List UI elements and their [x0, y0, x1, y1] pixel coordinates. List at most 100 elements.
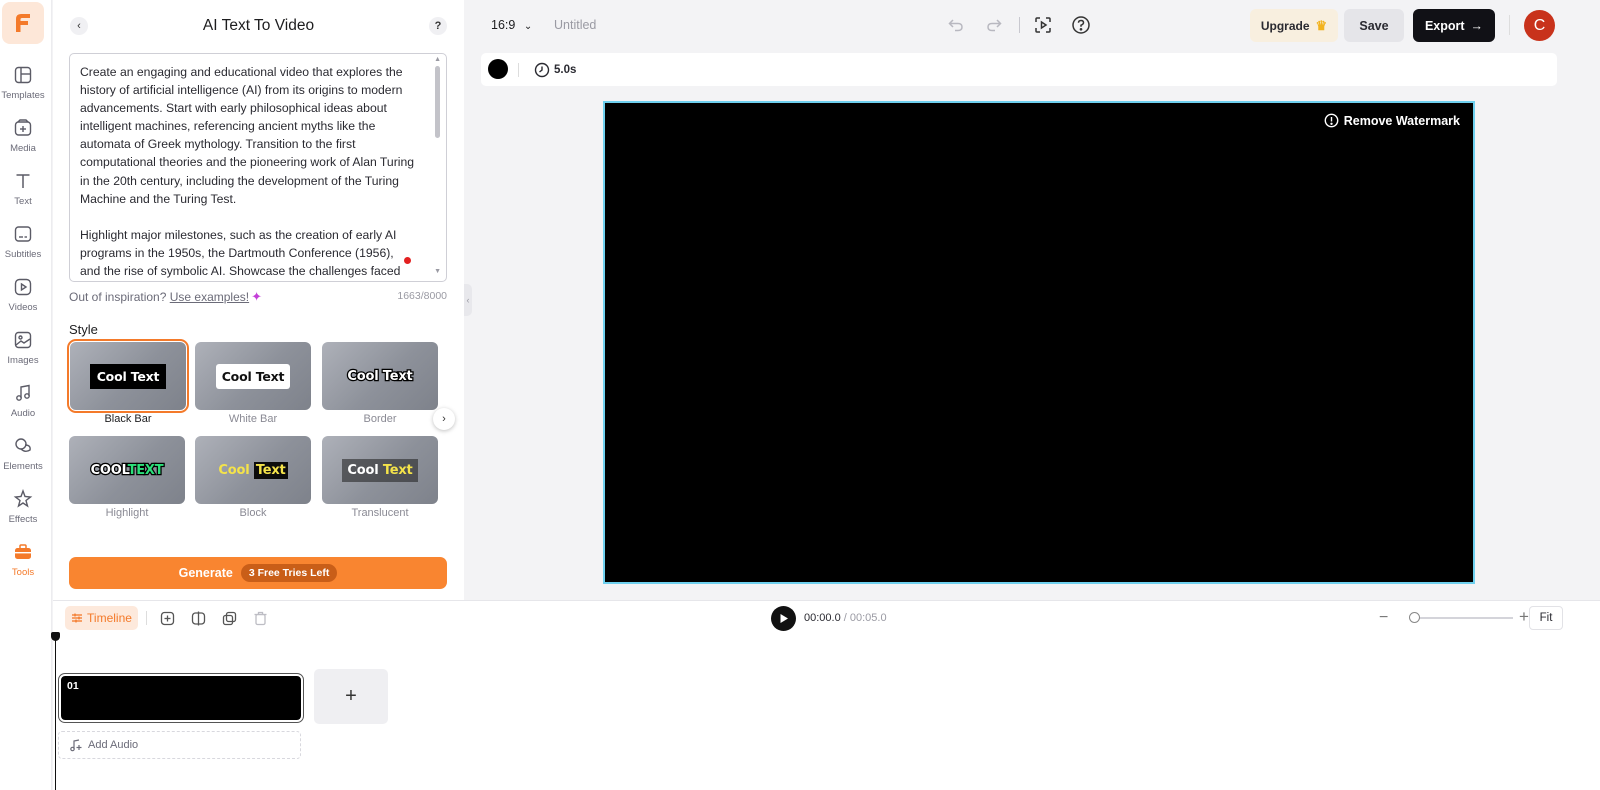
duration-control[interactable]: 5.0s	[534, 62, 576, 78]
style-preview-text: Cool Text	[215, 363, 291, 389]
rail-item-videos[interactable]: Videos	[0, 276, 46, 326]
question-icon: ?	[434, 20, 442, 32]
rail-item-label: Videos	[8, 302, 38, 313]
upgrade-label: Upgrade	[1260, 18, 1310, 33]
zoom-out-button[interactable]: −	[1379, 609, 1388, 627]
preview-icon	[1035, 17, 1051, 33]
project-title-field[interactable]: Untitled	[554, 18, 596, 32]
style-card-border[interactable]: Cool Text	[322, 342, 438, 410]
scroll-up-icon[interactable]: ▲	[434, 56, 441, 63]
left-rail: Templates Media Text Subtitles Videos Im…	[0, 0, 52, 790]
rail-item-media[interactable]: Media	[0, 117, 46, 167]
timeline-tab[interactable]: Timeline	[65, 606, 138, 630]
style-card-white-bar[interactable]: Cool Text	[195, 342, 311, 410]
use-examples-link[interactable]: Use examples!	[170, 290, 249, 304]
rail-item-effects[interactable]: Effects	[0, 488, 46, 538]
help-button[interactable]	[1070, 14, 1092, 36]
style-card-block[interactable]: Cool Text	[195, 436, 311, 504]
media-icon	[12, 117, 34, 139]
style-preview-text: COOLTEXT	[89, 461, 165, 479]
aspect-ratio-value: 16:9	[491, 18, 516, 32]
toolbox-icon	[12, 541, 34, 563]
style-preview-text: Cool Text	[346, 367, 414, 385]
prompt-textarea[interactable]: Create an engaging and educational video…	[69, 53, 447, 282]
video-canvas[interactable]: Remove Watermark	[603, 101, 1475, 584]
prompt-text: Create an engaging and educational video…	[80, 65, 415, 279]
time-display: 00:00.0 / 00:05.0	[804, 612, 887, 624]
panel-help-button[interactable]: ?	[429, 17, 447, 35]
add-audio-label: Add Audio	[88, 739, 139, 751]
trash-icon	[254, 611, 266, 625]
sparkle-icon	[12, 488, 34, 510]
playhead	[55, 638, 56, 790]
rail-item-label: Elements	[3, 461, 43, 472]
save-button[interactable]: Save	[1344, 9, 1404, 42]
rail-item-label: Text	[14, 196, 32, 207]
aspect-ratio-dropdown[interactable]: 16:9 ⌄	[491, 18, 532, 32]
rail-item-tools[interactable]: Tools	[0, 541, 46, 591]
watermark-label: Remove Watermark	[1343, 113, 1460, 128]
rail-item-label: Templates	[1, 90, 45, 101]
split-button[interactable]	[189, 609, 207, 627]
add-clip-button[interactable]	[158, 609, 176, 627]
delete-button[interactable]	[251, 609, 269, 627]
top-toolbar: 16:9 ⌄ Untitled Upgrade ♛ Save Export → …	[464, 0, 1600, 50]
clip-number: 01	[67, 680, 79, 692]
export-button[interactable]: Export →	[1413, 9, 1495, 42]
add-audio-button[interactable]: Add Audio	[58, 731, 301, 759]
rail-item-audio[interactable]: Audio	[0, 382, 46, 432]
play-icon	[780, 614, 788, 623]
zoom-slider-handle[interactable]	[1409, 612, 1420, 623]
property-bar: 5.0s	[481, 53, 1557, 86]
layout-icon	[12, 64, 34, 86]
split-icon	[191, 611, 205, 625]
undo-button[interactable]	[945, 14, 967, 36]
undo-icon	[948, 19, 963, 32]
duplicate-button[interactable]	[220, 609, 238, 627]
app-logo[interactable]	[2, 2, 44, 44]
prompt-scrollbar[interactable]	[435, 66, 440, 138]
remove-watermark-button[interactable]: Remove Watermark	[1324, 113, 1460, 128]
rail-item-templates[interactable]: Templates	[0, 64, 46, 114]
character-counter: 1663/8000	[397, 290, 447, 302]
chevron-left-icon: ‹	[466, 295, 470, 305]
rail-item-images[interactable]: Images	[0, 329, 46, 379]
scene-clip[interactable]: 01	[59, 674, 303, 722]
style-card-highlight[interactable]: COOLTEXT	[69, 436, 185, 504]
generate-button[interactable]: Generate 3 Free Tries Left	[69, 557, 447, 589]
style-name: Black Bar	[104, 413, 152, 425]
clock-icon	[534, 62, 550, 78]
sparkle-icon: ✦	[251, 289, 263, 304]
toolbar-divider	[1509, 15, 1510, 35]
redo-button[interactable]	[983, 14, 1005, 36]
redo-icon	[987, 19, 1002, 32]
fill-color-swatch[interactable]	[488, 59, 508, 79]
style-card-translucent[interactable]: Cool Text	[322, 436, 438, 504]
inspiration-row: Out of inspiration? Use examples! ✦	[69, 289, 262, 305]
scroll-down-icon[interactable]: ▼	[434, 268, 441, 275]
collapse-panel-handle[interactable]: ‹	[464, 284, 472, 316]
play-button[interactable]	[771, 606, 796, 631]
recording-indicator	[404, 257, 411, 264]
music-icon	[12, 382, 34, 404]
style-card-black-bar[interactable]: Cool Text	[67, 339, 189, 413]
video-icon	[12, 276, 34, 298]
upgrade-button[interactable]: Upgrade ♛	[1250, 9, 1338, 42]
user-avatar[interactable]: C	[1524, 10, 1555, 41]
zoom-slider[interactable]	[1413, 617, 1513, 619]
rail-item-subtitles[interactable]: Subtitles	[0, 223, 46, 273]
preview-button[interactable]	[1032, 14, 1054, 36]
style-preview-text: Cool Text	[342, 458, 418, 482]
rail-item-text[interactable]: Text	[0, 170, 46, 220]
copy-icon	[222, 611, 236, 625]
panel-title: AI Text To Video	[202, 17, 315, 34]
style-name: Block	[239, 507, 267, 519]
add-scene-button[interactable]: +	[314, 669, 388, 724]
styles-next-button[interactable]: ›	[433, 408, 455, 430]
zoom-in-button[interactable]: +	[1519, 607, 1529, 627]
info-icon	[1324, 113, 1339, 128]
fit-button[interactable]: Fit	[1529, 606, 1563, 630]
generate-label: Generate	[178, 566, 233, 580]
rail-item-elements[interactable]: Elements	[0, 435, 46, 485]
rail-item-label: Media	[10, 143, 36, 154]
